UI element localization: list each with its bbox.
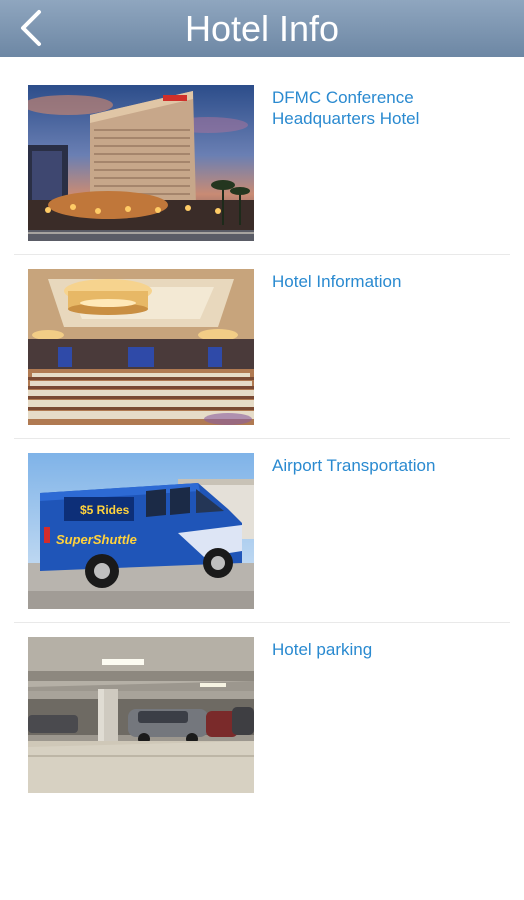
van-promo-text: $5 Rides	[80, 503, 130, 517]
list-item-hotel[interactable]: DFMC Conference Headquarters Hotel	[14, 57, 510, 241]
list-item-label[interactable]: Hotel parking	[272, 639, 502, 660]
list-item-hotel-parking[interactable]: Hotel parking	[14, 609, 510, 793]
hotel-exterior-image	[28, 85, 254, 241]
list-item-airport-transportation[interactable]: $5 Rides SuperShuttle Airport Transporta…	[14, 425, 510, 609]
shuttle-van-image: $5 Rides SuperShuttle	[28, 453, 254, 609]
list-item-label[interactable]: Airport Transportation	[272, 455, 502, 476]
list-item-label[interactable]: DFMC Conference Headquarters Hotel	[272, 87, 502, 129]
page-title: Hotel Info	[184, 8, 340, 49]
van-brand-text: SuperShuttle	[56, 532, 137, 547]
list-item-hotel-information[interactable]: Hotel Information	[14, 241, 510, 425]
ballroom-image	[28, 269, 254, 425]
list-item-label[interactable]: Hotel Information	[272, 271, 502, 292]
parking-garage-image	[28, 637, 254, 793]
nav-bar: Hotel Info	[0, 0, 524, 57]
